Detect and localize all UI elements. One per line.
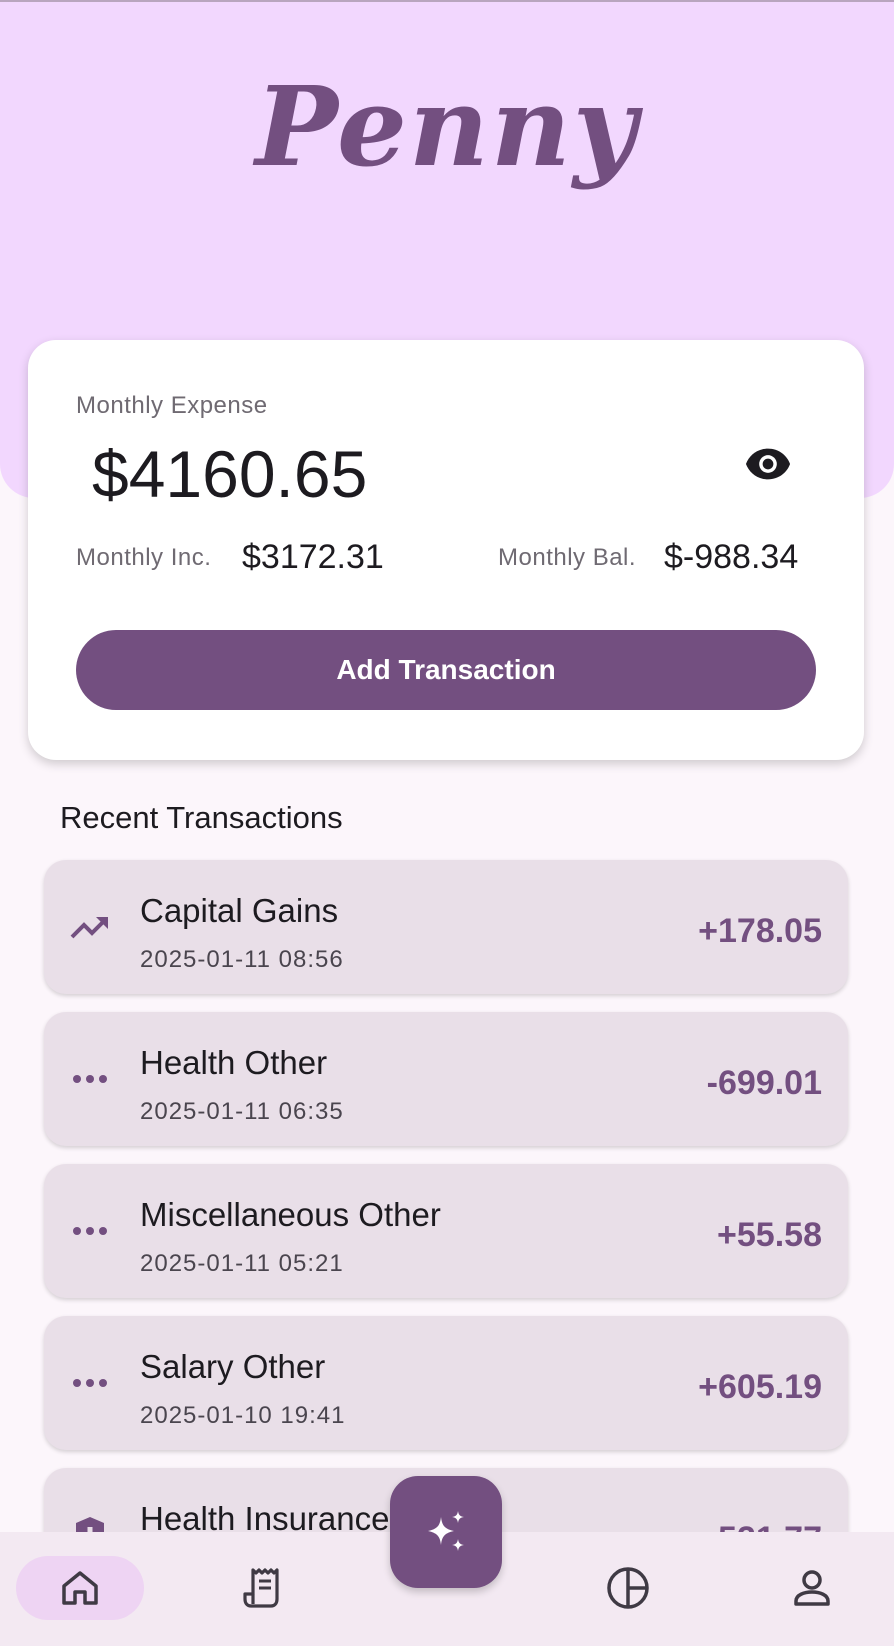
ai-assistant-fab[interactable] bbox=[390, 1476, 502, 1588]
summary-card: Monthly Expense $4160.65 Monthly Inc. $3… bbox=[28, 340, 864, 760]
add-transaction-button[interactable]: Add Transaction bbox=[76, 630, 816, 710]
transaction-item[interactable]: Salary Other 2025-01-10 19:41 +605.19 bbox=[44, 1316, 848, 1450]
transaction-date: 2025-01-11 08:56 bbox=[140, 946, 344, 973]
transaction-amount: +605.19 bbox=[698, 1368, 822, 1406]
transaction-item[interactable]: Capital Gains 2025-01-11 08:56 +178.05 bbox=[44, 860, 848, 994]
nav-statistics[interactable] bbox=[564, 1556, 692, 1620]
monthly-income-value: $3172.31 bbox=[242, 538, 384, 576]
transaction-amount: -699.01 bbox=[706, 1064, 822, 1102]
profile-icon bbox=[794, 1570, 830, 1606]
visibility-toggle-button[interactable] bbox=[740, 440, 796, 488]
nav-profile[interactable] bbox=[748, 1556, 876, 1620]
transaction-name: Salary Other bbox=[140, 1348, 326, 1385]
home-icon bbox=[62, 1571, 98, 1605]
more-horizontal-icon bbox=[73, 1227, 107, 1235]
trending-up-icon bbox=[70, 917, 108, 939]
transaction-name: Miscellaneous Other bbox=[140, 1196, 441, 1233]
monthly-balance-value: $-988.34 bbox=[664, 538, 799, 576]
monthly-expense-value: $4160.65 bbox=[92, 437, 368, 511]
sparkles-icon bbox=[428, 1511, 464, 1551]
transaction-date: 2025-01-10 19:41 bbox=[140, 1402, 346, 1429]
transaction-item[interactable]: Health Other 2025-01-11 06:35 -699.01 bbox=[44, 1012, 848, 1146]
eye-icon bbox=[745, 448, 791, 480]
transaction-date: 2025-01-11 05:21 bbox=[140, 1250, 344, 1277]
transaction-amount: +55.58 bbox=[717, 1216, 822, 1254]
pie-chart-icon bbox=[607, 1567, 649, 1609]
transaction-name: Health Other bbox=[140, 1044, 328, 1081]
transaction-name: Capital Gains bbox=[140, 892, 339, 929]
monthly-expense-label: Monthly Expense bbox=[76, 392, 268, 419]
transaction-item[interactable]: Miscellaneous Other 2025-01-11 05:21 +55… bbox=[44, 1164, 848, 1298]
monthly-income-label: Monthly Inc. bbox=[76, 544, 212, 571]
transaction-date: 2025-01-11 06:35 bbox=[140, 1098, 344, 1125]
transaction-amount: +178.05 bbox=[698, 912, 822, 950]
nav-home[interactable] bbox=[16, 1556, 144, 1620]
monthly-balance-label: Monthly Bal. bbox=[498, 544, 637, 571]
nav-transactions[interactable] bbox=[198, 1556, 326, 1620]
receipt-icon bbox=[243, 1568, 279, 1608]
recent-transactions-title: Recent Transactions bbox=[60, 800, 343, 835]
app-logo: Penny bbox=[255, 62, 639, 191]
more-horizontal-icon bbox=[73, 1075, 107, 1083]
more-horizontal-icon bbox=[73, 1379, 107, 1387]
